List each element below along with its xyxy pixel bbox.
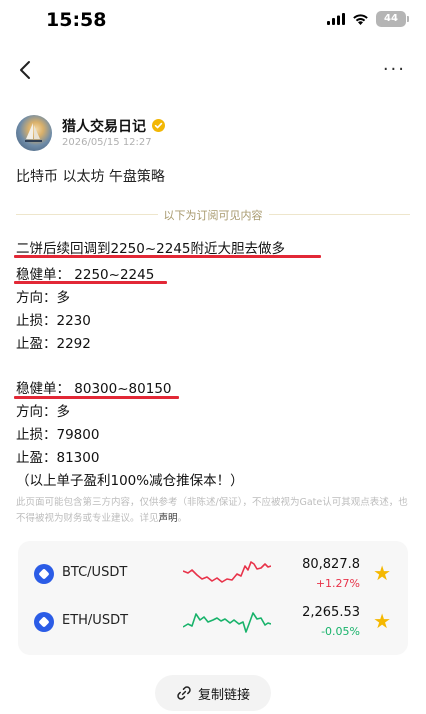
content-line: 方向：多 [16,290,70,306]
content-line: 止损：2230 [16,313,91,329]
disclaimer-link[interactable]: 声明 [159,513,178,524]
highlight-underline [14,281,167,284]
sparkline-eth [183,612,271,633]
disclaimer: 此页面可能包含第三方内容，仅供参考（非陈述/保证），不应被视为Gate认可其观点… [16,495,410,527]
signal-icon [327,13,345,25]
content-line: 二饼后续回调到2250~2245附近大胆去做多 [16,241,286,257]
highlight-underline [14,396,179,399]
subscriber-divider: 以下为订阅可见内容 [0,207,426,223]
link-icon [177,686,191,700]
author-name[interactable]: 猎人交易日记 [62,116,146,136]
content-line: 止损：79800 [16,427,100,443]
price: 80,827.8 [302,557,360,572]
market-row-eth[interactable]: ETH/USDT 2,265.53 -0.05% ★ [18,597,408,647]
copy-link-button[interactable]: 复制链接 [155,675,271,711]
price: 2,265.53 [302,605,360,620]
status-time: 15:58 [46,9,107,31]
content-line: 稳健单： 80300~80150 [16,381,172,397]
price-change: +1.27% [315,577,360,590]
pair-name: ETH/USDT [62,613,129,628]
star-icon[interactable]: ★ [373,610,391,632]
verified-icon [152,119,165,132]
content-line: 止盈：81300 [16,450,100,466]
battery-icon: 44 [376,11,409,27]
post-title: 比特币 以太坊 午盘策略 [16,169,165,185]
highlight-underline [14,255,321,258]
gate-coin-icon [34,564,54,584]
copy-link-label: 复制链接 [197,687,250,703]
content-line: 止盈：2292 [16,336,91,352]
more-icon[interactable]: ··· [383,61,406,79]
price-change: -0.05% [321,625,360,638]
pair-name: BTC/USDT [62,565,128,580]
content-line: 方向：多 [16,404,70,420]
post-date: 2026/05/15 12:27 [62,137,152,148]
back-icon[interactable] [14,58,38,82]
gate-coin-icon [34,612,54,632]
star-icon[interactable]: ★ [373,562,391,584]
sparkline-btc [183,561,271,583]
avatar[interactable] [16,115,52,151]
wifi-icon [353,14,368,25]
disclaimer-text: 此页面可能包含第三方内容，仅供参考（非陈述/保证），不应被视为Gate认可其观点… [16,497,408,524]
market-row-btc[interactable]: BTC/USDT 80,827.8 +1.27% ★ [18,549,408,599]
content-line: 稳健单： 2250~2245 [16,267,155,283]
status-icons: 44 [327,11,409,27]
content-line: （以上单子盈利100%减仓推保本！） [16,473,244,489]
market-card: BTC/USDT 80,827.8 +1.27% ★ ETH/USDT 2,26… [18,541,408,655]
disclaimer-end: 。 [177,513,188,524]
